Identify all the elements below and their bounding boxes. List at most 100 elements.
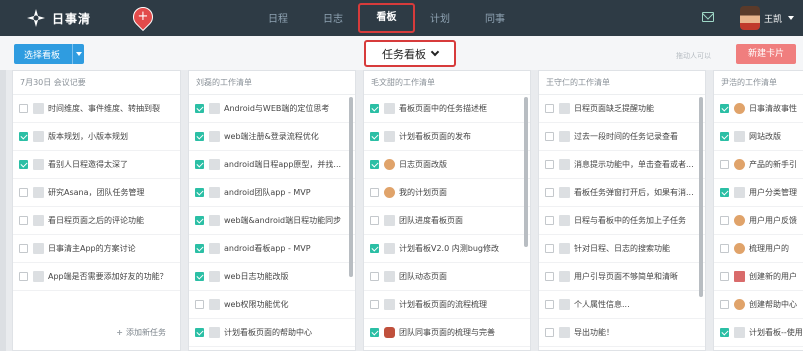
task-row[interactable]: web权限功能优化 — [189, 291, 355, 319]
username[interactable]: 王凯 — [764, 12, 782, 25]
nav-plan[interactable]: 计划 — [430, 10, 450, 25]
task-checkbox[interactable] — [370, 244, 379, 253]
task-checkbox[interactable] — [370, 216, 379, 225]
task-checkbox[interactable] — [545, 328, 554, 337]
task-row[interactable]: 用户引导页面不够简单和清晰 — [539, 263, 705, 291]
column-title[interactable]: 刘磊的工作清单 — [189, 71, 355, 95]
task-checkbox[interactable] — [195, 244, 204, 253]
task-row[interactable]: 看日程页面之后的评论功能 — [13, 207, 180, 235]
task-row[interactable]: 计划看板页面的帮助中心 — [189, 319, 355, 347]
task-row[interactable]: 看板任务弹窗打开后，如果有消... — [539, 179, 705, 207]
nav-colleagues[interactable]: 同事 — [485, 10, 505, 25]
task-row[interactable]: android团队app - MVP — [189, 179, 355, 207]
task-row[interactable]: App端是否需要添加好友的功能？ — [13, 263, 180, 291]
task-row[interactable]: 产品的新手引 — [714, 151, 803, 179]
task-row[interactable]: 导出功能！ — [539, 319, 705, 347]
add-task-button[interactable]: + 添加新任务 — [116, 327, 166, 338]
task-row[interactable]: 用户用户反馈 — [714, 207, 803, 235]
task-checkbox[interactable] — [545, 188, 554, 197]
task-row[interactable]: 计划看板页面的发布 — [364, 123, 530, 151]
task-checkbox[interactable] — [720, 160, 729, 169]
task-checkbox[interactable] — [195, 300, 204, 309]
select-board-button[interactable]: 选择看板 — [14, 44, 84, 64]
task-row[interactable]: 计划看板页面的流程梳理 — [364, 291, 530, 319]
task-row[interactable]: web端注册&登录流程优化 — [189, 123, 355, 151]
task-checkbox[interactable] — [195, 104, 204, 113]
column-title[interactable]: 尹浩的工作清单 — [714, 71, 803, 95]
task-checkbox[interactable] — [19, 244, 28, 253]
task-row[interactable]: 消息提示功能中，单击查看或者... — [539, 151, 705, 179]
task-row[interactable]: 研究Asana，团队任务管理 — [13, 179, 180, 207]
task-row[interactable]: 梳理用户的 — [714, 235, 803, 263]
task-checkbox[interactable] — [370, 328, 379, 337]
task-checkbox[interactable] — [545, 216, 554, 225]
task-checkbox[interactable] — [195, 216, 204, 225]
task-row[interactable]: 针对日程、日志的搜索功能 — [539, 235, 705, 263]
task-checkbox[interactable] — [370, 300, 379, 309]
task-checkbox[interactable] — [720, 104, 729, 113]
scrollbar[interactable] — [699, 97, 703, 297]
task-row[interactable]: web日志功能改版 — [189, 263, 355, 291]
task-row[interactable]: 团队动态页面 — [364, 263, 530, 291]
user-menu-caret-icon[interactable] — [788, 16, 794, 20]
task-row[interactable]: 版本规划，小版本规划 — [13, 123, 180, 151]
task-checkbox[interactable] — [720, 216, 729, 225]
task-checkbox[interactable] — [19, 160, 28, 169]
task-checkbox[interactable] — [545, 244, 554, 253]
task-row[interactable]: 日程与看板中的任务加上子任务 — [539, 207, 705, 235]
task-checkbox[interactable] — [195, 160, 204, 169]
task-checkbox[interactable] — [545, 300, 554, 309]
nav-schedule[interactable]: 日程 — [268, 10, 288, 25]
task-checkbox[interactable] — [545, 272, 554, 281]
task-checkbox[interactable] — [195, 188, 204, 197]
task-checkbox[interactable] — [545, 132, 554, 141]
quick-add-pin[interactable]: + — [128, 2, 158, 32]
task-checkbox[interactable] — [19, 132, 28, 141]
task-checkbox[interactable] — [720, 244, 729, 253]
task-row[interactable]: 日志页面改版 — [364, 151, 530, 179]
task-row[interactable]: 我的计划页面 — [364, 179, 530, 207]
task-row[interactable]: android端日程app原型，并找... — [189, 151, 355, 179]
task-checkbox[interactable] — [720, 188, 729, 197]
task-row[interactable]: web端&android端日程功能同步 — [189, 207, 355, 235]
board-title-dropdown[interactable]: 任务看板 — [364, 40, 456, 67]
task-checkbox[interactable] — [720, 272, 729, 281]
task-checkbox[interactable] — [545, 160, 554, 169]
task-checkbox[interactable] — [370, 104, 379, 113]
task-row[interactable]: 计划看板V2.0 内测bug修改 — [364, 235, 530, 263]
task-checkbox[interactable] — [19, 272, 28, 281]
task-checkbox[interactable] — [720, 132, 729, 141]
task-row[interactable]: Android与WEB端的定位思考 — [189, 95, 355, 123]
task-checkbox[interactable] — [545, 104, 554, 113]
task-checkbox[interactable] — [370, 272, 379, 281]
task-row[interactable]: 过去一段时间的任务记录查看 — [539, 123, 705, 151]
nav-journal[interactable]: 日志 — [323, 10, 343, 25]
task-checkbox[interactable] — [720, 300, 729, 309]
task-checkbox[interactable] — [19, 216, 28, 225]
task-row[interactable]: 看别人日程邀得太深了 — [13, 151, 180, 179]
task-row[interactable]: 创建帮助中心 — [714, 291, 803, 319]
task-row[interactable]: 日事清主App的方案讨论 — [13, 235, 180, 263]
column-title[interactable]: 毛文甜的工作清单 — [364, 71, 530, 95]
task-row[interactable]: 看板页面中的任务描述框 — [364, 95, 530, 123]
task-row[interactable]: 计划看板--使用 — [714, 319, 803, 347]
task-checkbox[interactable] — [370, 188, 379, 197]
logo[interactable]: 日事清 — [26, 8, 91, 28]
task-checkbox[interactable] — [195, 132, 204, 141]
task-checkbox[interactable] — [370, 160, 379, 169]
mail-icon[interactable] — [702, 12, 714, 22]
avatar[interactable] — [740, 6, 760, 30]
task-row[interactable]: 用户分类管理 — [714, 179, 803, 207]
column-title[interactable]: 王守仁的工作清单 — [539, 71, 705, 95]
task-row[interactable]: 团队进度看板页面 — [364, 207, 530, 235]
task-row[interactable]: 创建新的用户 — [714, 263, 803, 291]
task-checkbox[interactable] — [19, 104, 28, 113]
task-checkbox[interactable] — [19, 188, 28, 197]
task-checkbox[interactable] — [195, 328, 204, 337]
task-row[interactable]: 日事清故事性 — [714, 95, 803, 123]
select-board-dropdown[interactable] — [72, 44, 84, 64]
column-title[interactable]: 7月30日 会议记要 — [13, 71, 180, 95]
task-checkbox[interactable] — [720, 328, 729, 337]
task-checkbox[interactable] — [195, 272, 204, 281]
task-row[interactable]: 个人属性信息... — [539, 291, 705, 319]
